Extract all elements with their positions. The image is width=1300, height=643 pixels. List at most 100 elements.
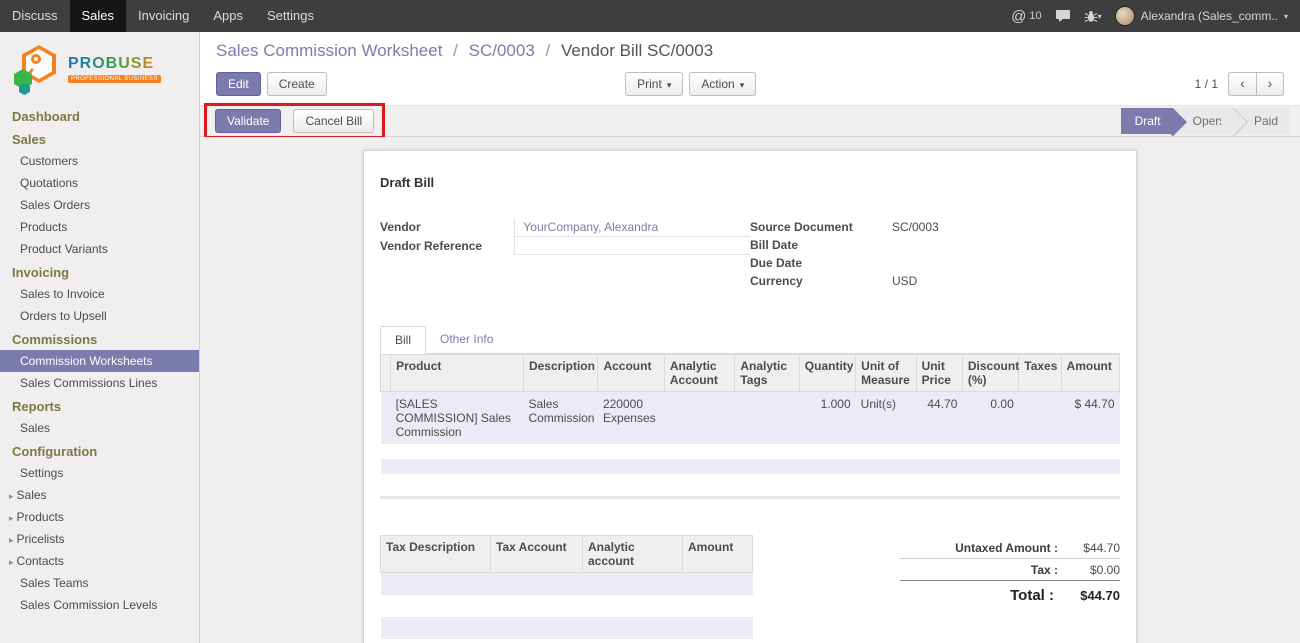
chevron-down-icon: ▾ — [667, 80, 672, 90]
tax-label: Tax : — [1031, 563, 1058, 577]
pager-value: 1 / 1 — [1195, 77, 1218, 91]
user-menu[interactable]: Alexandra (Sales_comm.. ▾ — [1115, 6, 1288, 26]
group-separator — [380, 496, 1120, 499]
column-header-analytic-tags[interactable]: Analytic Tags — [735, 355, 799, 392]
pager-next-button[interactable]: › — [1256, 72, 1284, 96]
invoice-line-row[interactable]: [SALES COMMISSION] Sales Commission Sale… — [381, 392, 1120, 445]
tab-other-info[interactable]: Other Info — [426, 326, 507, 353]
empty-row — [381, 617, 753, 639]
sidebar-item-commission-worksheets[interactable]: Commission Worksheets — [0, 350, 199, 372]
column-header-tax-analytic-account[interactable]: Analytic account — [583, 536, 683, 573]
vendor-label: Vendor — [380, 218, 515, 237]
column-header-uom[interactable]: Unit of Measure — [856, 355, 916, 392]
form-scroll-area: Draft Bill Vendor YourCompany, Alexandra… — [200, 137, 1300, 643]
column-header-account[interactable]: Account — [598, 355, 664, 392]
column-header-description[interactable]: Description — [523, 355, 598, 392]
cell-quantity: 1.000 — [799, 392, 855, 445]
column-header-amount[interactable]: Amount — [1061, 355, 1119, 392]
tab-bar: Bill Other Info — [380, 326, 1120, 354]
sidebar: PROBUSE PROFESSIONAL BUSINESS Dashboard … — [0, 32, 200, 643]
sidebar-heading-invoicing[interactable]: Invoicing — [0, 260, 199, 283]
column-header-tax-amount[interactable]: Amount — [683, 536, 753, 573]
form-statusbar: Validate Cancel Bill Draft Open Paid — [200, 105, 1300, 137]
breadcrumb-link-worksheets[interactable]: Sales Commission Worksheet — [216, 41, 442, 60]
edit-button[interactable]: Edit — [216, 72, 261, 96]
column-header-unit-price[interactable]: Unit Price — [916, 355, 962, 392]
empty-row — [381, 444, 1120, 459]
column-header-quantity[interactable]: Quantity — [799, 355, 855, 392]
column-header-analytic-account[interactable]: Analytic Account — [664, 355, 734, 392]
print-button[interactable]: Print▾ — [625, 72, 683, 96]
messages-button[interactable] — [1055, 9, 1071, 23]
systray: @ 10 ▾ Alexandra (Sales_comm.. ▾ — [1011, 0, 1300, 32]
main-content: Sales Commission Worksheet / SC/0003 / V… — [200, 32, 1300, 643]
sidebar-heading-reports[interactable]: Reports — [0, 394, 199, 417]
create-button[interactable]: Create — [267, 72, 327, 96]
column-header-taxes[interactable]: Taxes — [1019, 355, 1061, 392]
topbar-menu-apps[interactable]: Apps — [201, 0, 255, 32]
sidebar-item-config-pricelists[interactable]: ▸Pricelists — [0, 528, 199, 550]
column-header-product[interactable]: Product — [391, 355, 524, 392]
sidebar-item-label: Contacts — [17, 554, 64, 568]
column-header-discount[interactable]: Discount (%) — [962, 355, 1018, 392]
debug-menu-button[interactable]: ▾ — [1084, 10, 1102, 23]
sidebar-item-sales-orders[interactable]: Sales Orders — [0, 194, 199, 216]
probuse-logo: PROBUSE PROFESSIONAL BUSINESS — [0, 32, 199, 104]
sidebar-item-sales-commission-levels[interactable]: Sales Commission Levels — [0, 594, 199, 616]
sidebar-heading-sales[interactable]: Sales — [0, 127, 199, 150]
validate-button[interactable]: Validate — [215, 109, 281, 133]
sidebar-item-config-settings[interactable]: Settings — [0, 462, 199, 484]
due-date-label: Due Date — [750, 254, 892, 272]
top-navbar: Discuss Sales Invoicing Apps Settings @ … — [0, 0, 1300, 32]
lines-header-row: Product Description Account Analytic Acc… — [381, 355, 1120, 392]
app-window: Discuss Sales Invoicing Apps Settings @ … — [0, 0, 1300, 643]
totals-block: Untaxed Amount : $44.70 Tax : $0.00 Tota… — [900, 535, 1120, 607]
sidebar-item-config-sales[interactable]: ▸Sales — [0, 484, 199, 506]
sidebar-heading-configuration[interactable]: Configuration — [0, 439, 199, 462]
vendor-reference-value — [515, 237, 750, 255]
tax-lines-table: Tax Description Tax Account Analytic acc… — [380, 535, 753, 639]
sidebar-item-sales-to-invoice[interactable]: Sales to Invoice — [0, 283, 199, 305]
tab-bill[interactable]: Bill — [380, 326, 426, 354]
breadcrumb: Sales Commission Worksheet / SC/0003 / V… — [216, 41, 1284, 61]
sidebar-item-products[interactable]: Products — [0, 216, 199, 238]
sidebar-item-orders-to-upsell[interactable]: Orders to Upsell — [0, 305, 199, 327]
breadcrumb-separator: / — [546, 41, 551, 60]
pager-previous-button[interactable]: ‹ — [1228, 72, 1256, 96]
empty-row — [381, 573, 753, 595]
user-name: Alexandra (Sales_comm.. — [1141, 9, 1278, 23]
sidebar-item-config-products[interactable]: ▸Products — [0, 506, 199, 528]
form-sheet: Draft Bill Vendor YourCompany, Alexandra… — [363, 150, 1137, 643]
breadcrumb-link-sc0003[interactable]: SC/0003 — [469, 41, 535, 60]
probuse-hexagon-icon — [12, 44, 60, 94]
topbar-menu-discuss[interactable]: Discuss — [0, 0, 70, 32]
sidebar-item-reports-sales[interactable]: Sales — [0, 417, 199, 439]
magnifier-icon — [31, 54, 41, 64]
mention-count: 10 — [1029, 10, 1041, 22]
sidebar-item-quotations[interactable]: Quotations — [0, 172, 199, 194]
state-draft[interactable]: Draft — [1121, 108, 1173, 134]
sidebar-item-sales-teams[interactable]: Sales Teams — [0, 572, 199, 594]
sidebar-heading-commissions[interactable]: Commissions — [0, 327, 199, 350]
column-header-tax-description[interactable]: Tax Description — [381, 536, 491, 573]
bill-date-label: Bill Date — [750, 236, 892, 254]
cell-description: Sales Commission — [523, 392, 598, 445]
cell-analytic-tags — [735, 392, 799, 445]
sidebar-heading-dashboard[interactable]: Dashboard — [0, 104, 199, 127]
topbar-menu-invoicing[interactable]: Invoicing — [126, 0, 201, 32]
action-button[interactable]: Action▾ — [689, 72, 756, 96]
column-header-tax-account[interactable]: Tax Account — [491, 536, 583, 573]
topbar-menu-settings[interactable]: Settings — [255, 0, 326, 32]
sidebar-item-product-variants[interactable]: Product Variants — [0, 238, 199, 260]
sidebar-item-customers[interactable]: Customers — [0, 150, 199, 172]
expand-caret-icon: ▸ — [9, 557, 14, 567]
expand-caret-icon: ▸ — [9, 491, 14, 501]
vendor-reference-label: Vendor Reference — [380, 237, 515, 255]
vendor-link[interactable]: YourCompany, Alexandra — [523, 220, 658, 234]
sidebar-item-sales-commissions-lines[interactable]: Sales Commissions Lines — [0, 372, 199, 394]
empty-row — [381, 459, 1120, 474]
mentions-button[interactable]: @ 10 — [1011, 8, 1041, 25]
cancel-bill-button[interactable]: Cancel Bill — [293, 109, 374, 133]
sidebar-item-config-contacts[interactable]: ▸Contacts — [0, 550, 199, 572]
topbar-menu-sales[interactable]: Sales — [70, 0, 127, 32]
